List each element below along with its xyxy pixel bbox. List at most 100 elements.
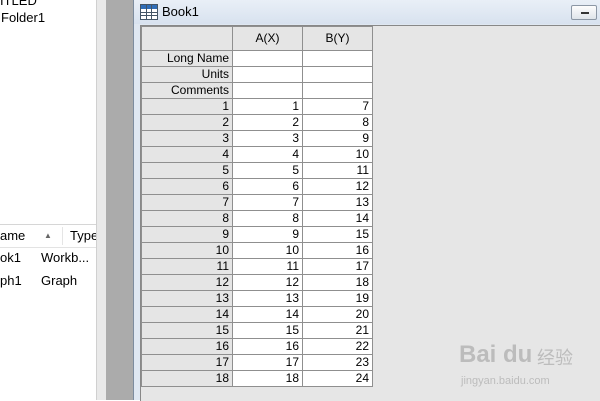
corner-cell[interactable] — [141, 26, 233, 51]
minimize-button[interactable] — [571, 5, 597, 20]
table-row: 5 5 11 — [141, 162, 373, 179]
cell-a[interactable]: 1 — [232, 98, 303, 115]
row-number[interactable]: 6 — [141, 178, 233, 195]
table-row: 15 15 21 — [141, 322, 373, 339]
table-row: 13 13 19 — [141, 290, 373, 307]
column-header-b[interactable]: B(Y) — [302, 26, 373, 51]
tree-item-folder1[interactable]: Folder1 — [1, 9, 45, 27]
table-row: 14 14 20 — [141, 306, 373, 323]
row-number[interactable]: 13 — [141, 290, 233, 307]
row-number[interactable]: 18 — [141, 370, 233, 387]
row-number[interactable]: 1 — [141, 98, 233, 115]
cell-a[interactable]: 11 — [232, 258, 303, 275]
cell-b[interactable]: 12 — [302, 178, 373, 195]
row-number[interactable]: 8 — [141, 210, 233, 227]
cell-a[interactable]: 14 — [232, 306, 303, 323]
table-row: 6 6 12 — [141, 178, 373, 195]
cell-a[interactable]: 9 — [232, 226, 303, 243]
row-number[interactable]: 16 — [141, 338, 233, 355]
row-number[interactable]: 7 — [141, 194, 233, 211]
cell-b[interactable]: 15 — [302, 226, 373, 243]
cell-a[interactable]: 5 — [232, 162, 303, 179]
table-row: 16 16 22 — [141, 338, 373, 355]
cell-a[interactable]: 7 — [232, 194, 303, 211]
cell-b[interactable]: 7 — [302, 98, 373, 115]
watermark-url: jingyan.baidu.com — [461, 375, 550, 387]
list-item-graph1[interactable]: ph1 Graph — [0, 270, 96, 292]
row-number[interactable]: 11 — [141, 258, 233, 275]
list-item-name: ok1 — [0, 250, 21, 265]
cell-b[interactable]: 16 — [302, 242, 373, 259]
cell-a[interactable]: 16 — [232, 338, 303, 355]
cell-b[interactable]: 13 — [302, 194, 373, 211]
sort-ascending-icon: ▲ — [44, 231, 52, 240]
cell-a[interactable]: 4 — [232, 146, 303, 163]
row-label-units[interactable]: Units — [141, 66, 233, 83]
row-number[interactable]: 17 — [141, 354, 233, 371]
label-row-long-name: Long Name — [141, 50, 373, 67]
row-label-long-name[interactable]: Long Name — [141, 50, 233, 67]
cell-comments-a[interactable] — [232, 82, 303, 99]
cell-units-a[interactable] — [232, 66, 303, 83]
row-number[interactable]: 10 — [141, 242, 233, 259]
table-row: 9 9 15 — [141, 226, 373, 243]
cell-b[interactable]: 21 — [302, 322, 373, 339]
cell-b[interactable]: 11 — [302, 162, 373, 179]
row-number[interactable]: 15 — [141, 322, 233, 339]
row-number[interactable]: 4 — [141, 146, 233, 163]
label-row-comments: Comments — [141, 82, 373, 99]
explorer-list-header: ame ▲ Type — [0, 224, 96, 248]
cell-b[interactable]: 9 — [302, 130, 373, 147]
cell-units-b[interactable] — [302, 66, 373, 83]
column-divider[interactable] — [62, 227, 63, 245]
cell-a[interactable]: 8 — [232, 210, 303, 227]
cell-a[interactable]: 2 — [232, 114, 303, 131]
row-number[interactable]: 12 — [141, 274, 233, 291]
cell-a[interactable]: 13 — [232, 290, 303, 307]
table-row: 10 10 16 — [141, 242, 373, 259]
row-number[interactable]: 9 — [141, 226, 233, 243]
cell-b[interactable]: 19 — [302, 290, 373, 307]
cell-b[interactable]: 8 — [302, 114, 373, 131]
column-header-name[interactable]: ame — [0, 225, 25, 247]
cell-b[interactable]: 23 — [302, 354, 373, 371]
cell-b[interactable]: 10 — [302, 146, 373, 163]
book-title: Book1 — [162, 4, 199, 19]
cell-b[interactable]: 22 — [302, 338, 373, 355]
workbook-icon — [140, 4, 158, 20]
table-row: 8 8 14 — [141, 210, 373, 227]
cell-a[interactable]: 3 — [232, 130, 303, 147]
cell-a[interactable]: 17 — [232, 354, 303, 371]
cell-b[interactable]: 14 — [302, 210, 373, 227]
label-row-units: Units — [141, 66, 373, 83]
column-header-type[interactable]: Type — [70, 225, 96, 247]
cell-a[interactable]: 10 — [232, 242, 303, 259]
cell-comments-b[interactable] — [302, 82, 373, 99]
cell-a[interactable]: 18 — [232, 370, 303, 387]
list-item-book1[interactable]: ok1 Workb... — [0, 247, 96, 269]
cell-a[interactable]: 6 — [232, 178, 303, 195]
cell-long-name-a[interactable] — [232, 50, 303, 67]
row-number[interactable]: 3 — [141, 130, 233, 147]
cell-a[interactable]: 12 — [232, 274, 303, 291]
table-row: 7 7 13 — [141, 194, 373, 211]
cell-b[interactable]: 18 — [302, 274, 373, 291]
column-header-a[interactable]: A(X) — [232, 26, 303, 51]
cell-b[interactable]: 17 — [302, 258, 373, 275]
book-titlebar[interactable]: Book1 — [134, 0, 600, 24]
cell-a[interactable]: 15 — [232, 322, 303, 339]
list-item-type: Workb... — [41, 250, 90, 265]
table-row: 17 17 23 — [141, 354, 373, 371]
watermark-logo-text: Bai du — [459, 341, 533, 368]
cell-b[interactable]: 24 — [302, 370, 373, 387]
row-label-comments[interactable]: Comments — [141, 82, 233, 99]
row-number[interactable]: 14 — [141, 306, 233, 323]
table-row: 11 11 17 — [141, 258, 373, 275]
table-row: 12 12 18 — [141, 274, 373, 291]
cell-b[interactable]: 20 — [302, 306, 373, 323]
row-number[interactable]: 5 — [141, 162, 233, 179]
list-item-type: Graph — [41, 273, 78, 288]
row-number[interactable]: 2 — [141, 114, 233, 131]
cell-long-name-b[interactable] — [302, 50, 373, 67]
watermark-cn-text: 经验 — [537, 348, 573, 368]
